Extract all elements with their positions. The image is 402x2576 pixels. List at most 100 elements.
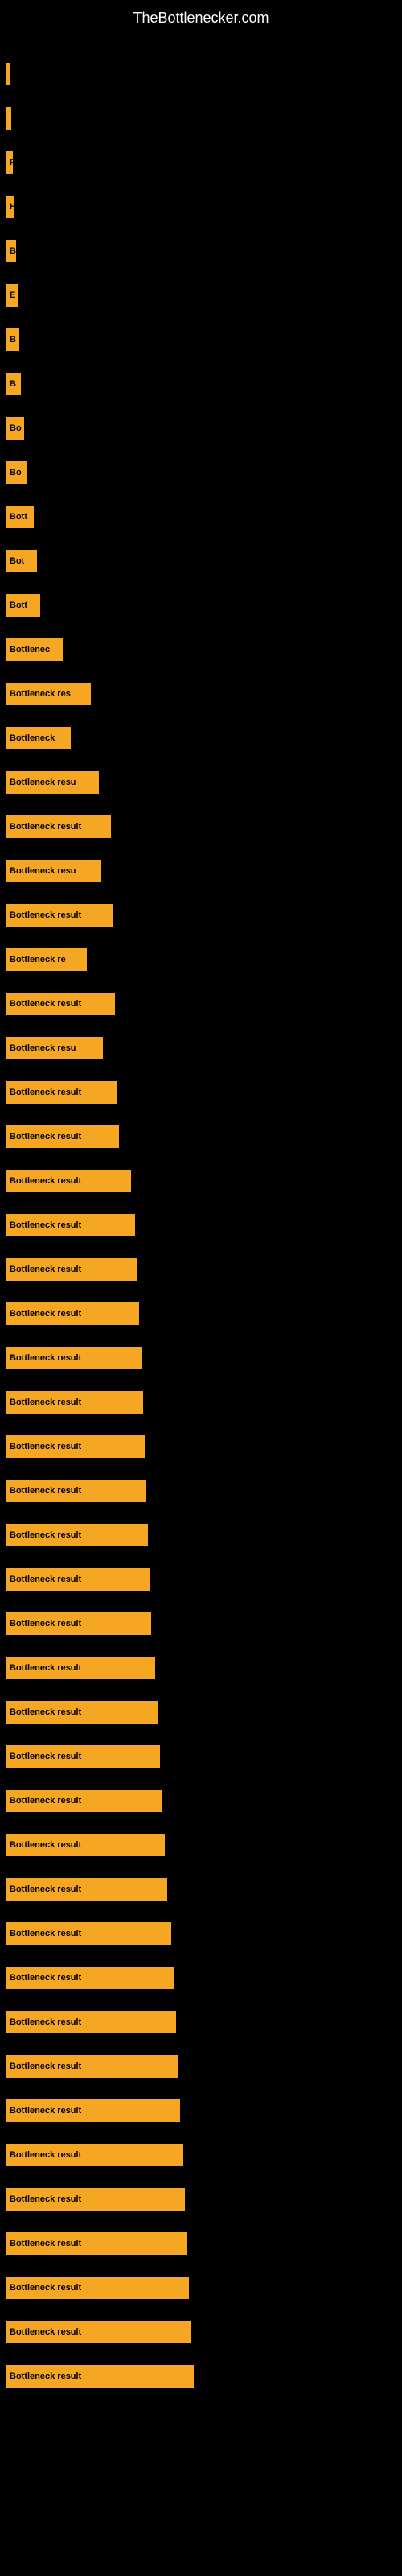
bar-label: Bottleneck result bbox=[10, 2372, 81, 2381]
bar-label: H bbox=[10, 202, 14, 212]
bar-label: Bottleneck result bbox=[10, 1088, 81, 1097]
bar-label: Bottleneck result bbox=[10, 1309, 81, 1319]
bar-row: Bottleneck res bbox=[0, 661, 402, 705]
bar: Bottleneck result bbox=[6, 1435, 145, 1458]
bar: Bottleneck result bbox=[6, 2321, 191, 2343]
bar-label: Bo bbox=[10, 468, 22, 477]
bar-label: Bottleneck res bbox=[10, 689, 71, 699]
bar: Bottleneck result bbox=[6, 1878, 167, 1901]
bar: Bottleneck result bbox=[6, 2144, 183, 2166]
bar: Bottleneck resu bbox=[6, 1037, 103, 1059]
bar-label: B bbox=[10, 379, 16, 389]
bar-label: Bottleneck result bbox=[10, 1265, 81, 1274]
bar-row: Bottleneck result bbox=[0, 1591, 402, 1635]
bar-label: Bottleneck result bbox=[10, 1707, 81, 1717]
bar-label: Bottleneck result bbox=[10, 1796, 81, 1806]
bar: Bottleneck result bbox=[6, 1258, 137, 1281]
bar-label: Bottleneck result bbox=[10, 1929, 81, 1938]
bar: Bottleneck result bbox=[6, 1612, 151, 1635]
bar-label: Bottleneck result bbox=[10, 2062, 81, 2071]
bar-row: Bo bbox=[0, 440, 402, 484]
bar-row: Bo bbox=[0, 395, 402, 440]
bar: Bottleneck result bbox=[6, 2055, 178, 2078]
bar: Bottleneck result bbox=[6, 1790, 162, 1812]
bar-row: Bottleneck result bbox=[0, 1724, 402, 1768]
bar: Bottleneck result bbox=[6, 1170, 131, 1192]
bar: Bottleneck result bbox=[6, 904, 113, 927]
bar-row: Bottleneck result bbox=[0, 2033, 402, 2078]
bar: Bottleneck result bbox=[6, 1347, 142, 1369]
bar-row: Bottleneck result bbox=[0, 971, 402, 1015]
bar-label: Bottleneck result bbox=[10, 1619, 81, 1629]
bar: Bottleneck result bbox=[6, 1701, 158, 1724]
bar-row: Bottleneck result bbox=[0, 2343, 402, 2388]
bar-label: Bottleneck result bbox=[10, 1575, 81, 1584]
bar: Bo bbox=[6, 417, 24, 440]
bar-row: Bottleneck result bbox=[0, 882, 402, 927]
bar-label: Bottleneck resu bbox=[10, 866, 76, 876]
bar: Bottleneck result bbox=[6, 1657, 155, 1679]
bar-label: Bottleneck result bbox=[10, 1486, 81, 1496]
bar: Bottlenec bbox=[6, 638, 63, 661]
bar-row: Bottleneck result bbox=[0, 2299, 402, 2343]
bar: Bottleneck result bbox=[6, 1214, 135, 1236]
bar-label: Bottleneck result bbox=[10, 1353, 81, 1363]
bar-row: B bbox=[0, 307, 402, 351]
bar-label: Bottleneck result bbox=[10, 1220, 81, 1230]
bar: Bottleneck resu bbox=[6, 771, 99, 794]
bar-row: Bottleneck result bbox=[0, 1945, 402, 1989]
bar: Bottleneck result bbox=[6, 1834, 165, 1856]
bar: H bbox=[6, 196, 14, 218]
bar: Bottleneck resu bbox=[6, 860, 101, 882]
bar-row: Bottleneck result bbox=[0, 2211, 402, 2255]
bar-label: Bottleneck result bbox=[10, 1442, 81, 1451]
bar-label: Bottleneck result bbox=[10, 1752, 81, 1761]
bar: Bottleneck result bbox=[6, 2099, 180, 2122]
bar-row: Bott bbox=[0, 484, 402, 528]
bar-label: Bottleneck resu bbox=[10, 778, 76, 787]
bar: Bottleneck result bbox=[6, 2277, 189, 2299]
site-title: TheBottlenecker.com bbox=[0, 0, 402, 33]
bar: Bottleneck result bbox=[6, 1391, 143, 1414]
bar-label: Bottleneck result bbox=[10, 1973, 81, 1983]
bar-label: Bottleneck result bbox=[10, 1840, 81, 1850]
bar: Bottleneck result bbox=[6, 1967, 174, 1989]
bar-row: Bottleneck result bbox=[0, 1502, 402, 1546]
bar-row: Bottleneck result bbox=[0, 1768, 402, 1812]
bar-label: Bottleneck result bbox=[10, 2150, 81, 2160]
bar-row: Bottleneck result bbox=[0, 1989, 402, 2033]
bar-label: Bottleneck result bbox=[10, 2194, 81, 2204]
bar-row: Bottleneck bbox=[0, 705, 402, 749]
bar-row: Bottleneck result bbox=[0, 1414, 402, 1458]
bar-row bbox=[0, 85, 402, 130]
bar: Bottleneck result bbox=[6, 2232, 187, 2255]
bar-row: Bottleneck result bbox=[0, 1192, 402, 1236]
bar-label: F bbox=[10, 158, 13, 167]
bar: Bottleneck result bbox=[6, 1745, 160, 1768]
bar-row: Bottleneck result bbox=[0, 1635, 402, 1679]
bar: Bot bbox=[6, 550, 37, 572]
bar: B bbox=[6, 373, 21, 395]
bar-label: Bottleneck result bbox=[10, 999, 81, 1009]
bar-label: Bottleneck result bbox=[10, 2017, 81, 2027]
site-title-container: TheBottlenecker.com bbox=[0, 0, 402, 33]
bar-row: Bottleneck result bbox=[0, 2122, 402, 2166]
bar-row: Bottleneck result bbox=[0, 1148, 402, 1192]
bar-label: Bottleneck result bbox=[10, 1176, 81, 1186]
bar-row: Bottleneck result bbox=[0, 1325, 402, 1369]
bar-row: Bottleneck resu bbox=[0, 1015, 402, 1059]
bar: Bottleneck res bbox=[6, 683, 91, 705]
bar: B bbox=[6, 240, 16, 262]
bar-label: Bottleneck result bbox=[10, 1530, 81, 1540]
bar-label: Bott bbox=[10, 601, 27, 610]
bar bbox=[6, 107, 11, 130]
bar-row: E bbox=[0, 262, 402, 307]
bar-label: Bottleneck result bbox=[10, 1885, 81, 1894]
bar: Bott bbox=[6, 594, 40, 617]
bar-row: Bot bbox=[0, 528, 402, 572]
bar-label: Bottleneck re bbox=[10, 955, 66, 964]
bar: Bottleneck result bbox=[6, 1302, 139, 1325]
bar-label: B bbox=[10, 246, 16, 256]
bar-row: Bottleneck result bbox=[0, 1281, 402, 1325]
bar: Bottleneck result bbox=[6, 1524, 148, 1546]
